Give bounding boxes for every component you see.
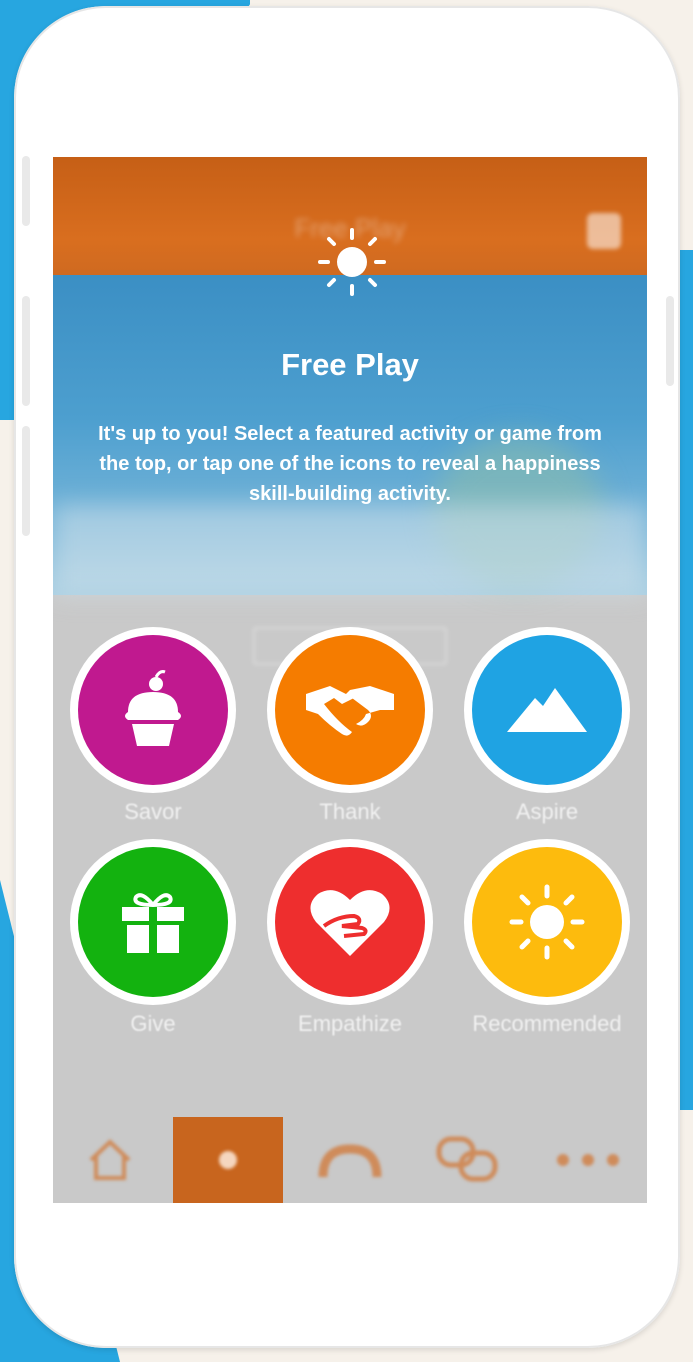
star-icon — [219, 1151, 237, 1169]
bottom-tab-bar — [53, 1117, 647, 1203]
more-icon — [557, 1154, 619, 1166]
home-icon — [89, 1139, 131, 1180]
activity-empathize[interactable]: Empathize — [250, 839, 450, 1037]
badge-icon[interactable] — [587, 213, 621, 249]
sun-icon — [509, 884, 585, 960]
handshake-icon — [306, 686, 394, 736]
overlay-description: It's up to you! Select a featured activi… — [98, 423, 602, 505]
cupcake-icon — [125, 670, 181, 746]
cloud-image — [53, 505, 647, 595]
activity-thank[interactable]: Thank — [250, 627, 450, 825]
tab-free-play[interactable] — [173, 1117, 283, 1203]
activity-aspire[interactable]: Aspire — [447, 627, 647, 825]
phone-button — [666, 296, 674, 386]
activity-label: Recommended — [472, 1011, 622, 1036]
activity-label: Aspire — [515, 799, 579, 824]
activity-recommended[interactable]: Recommended — [447, 839, 647, 1037]
tab-home[interactable] — [55, 1117, 165, 1203]
phone-button — [22, 426, 30, 536]
rainbow-icon — [318, 1144, 382, 1178]
gift-icon — [122, 893, 184, 953]
mountain-icon — [507, 688, 587, 732]
overlay-title: Free Play — [281, 347, 419, 382]
phone-button — [22, 156, 30, 226]
heart-hand-icon — [310, 890, 390, 956]
phone-button — [22, 296, 30, 406]
activity-label: Savor — [124, 799, 182, 824]
tab-chat[interactable] — [413, 1117, 523, 1203]
activity-label: Thank — [319, 799, 381, 824]
tab-more[interactable] — [533, 1117, 643, 1203]
activity-label: Empathize — [298, 1011, 402, 1036]
activity-savor[interactable]: Savor — [53, 627, 253, 825]
app-screen: Free Play Free Play It's up to you! Sele… — [53, 157, 647, 1203]
sun-icon — [318, 228, 386, 296]
activity-give[interactable]: Give — [53, 839, 253, 1037]
tab-rainbow[interactable] — [295, 1117, 405, 1203]
chat-icon — [436, 1136, 498, 1182]
activity-label: Give — [130, 1011, 176, 1036]
